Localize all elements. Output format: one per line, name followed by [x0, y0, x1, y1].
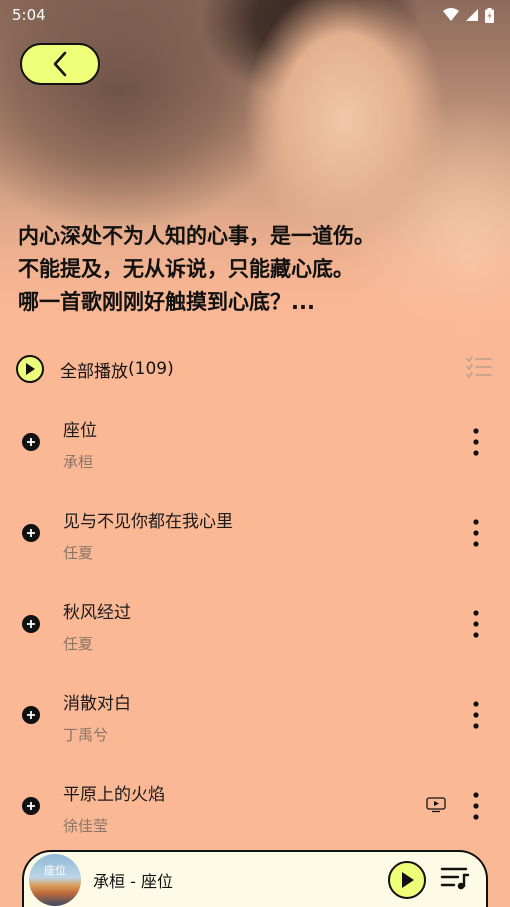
song-row[interactable]: 秋风经过 任夏 — [0, 578, 510, 669]
chevron-left-icon — [53, 51, 67, 77]
album-art[interactable]: 座位 — [29, 853, 81, 906]
description-line: 不能提及，无从诉说，只能藏心底。 — [18, 257, 354, 281]
more-options-icon[interactable] — [470, 517, 482, 549]
song-artist: 承桓 — [63, 453, 94, 471]
plus-icon — [27, 438, 35, 446]
playlist-queue-button[interactable] — [440, 865, 470, 895]
song-list: 座位 承桓 见与不见你都在我心里 任夏 秋风经过 任夏 消散对白 丁禹兮 平原上… — [0, 396, 510, 851]
play-all-row[interactable]: 全部播放 (109) — [0, 348, 510, 390]
signal-icon — [466, 9, 478, 21]
add-to-playlist-button[interactable] — [22, 433, 40, 451]
play-all-button[interactable] — [16, 355, 44, 383]
song-title: 平原上的火焰 — [63, 785, 165, 805]
checklist-icon — [466, 356, 492, 378]
more-options-icon[interactable] — [470, 426, 482, 458]
plus-icon — [27, 529, 35, 537]
add-to-playlist-button[interactable] — [22, 615, 40, 633]
mini-play-button[interactable] — [388, 860, 426, 899]
multi-select-button[interactable] — [466, 356, 492, 382]
song-row[interactable]: 平原上的火焰 徐佳莹 — [0, 760, 510, 851]
song-row[interactable]: 见与不见你都在我心里 任夏 — [0, 487, 510, 578]
play-all-label: 全部播放 — [60, 361, 128, 382]
song-artist: 丁禹兮 — [63, 726, 109, 744]
play-all-count: (109) — [128, 359, 174, 379]
plus-icon — [27, 802, 35, 810]
battery-icon — [485, 7, 494, 23]
song-title: 秋风经过 — [63, 603, 131, 623]
play-icon — [26, 363, 35, 375]
add-to-playlist-button[interactable] — [22, 797, 40, 815]
queue-music-icon — [440, 867, 470, 889]
song-artist: 任夏 — [63, 544, 94, 562]
mini-player[interactable]: 座位 承桓 - 座位 — [22, 850, 488, 907]
add-to-playlist-button[interactable] — [22, 706, 40, 724]
description-line: 内心深处不为人知的心事，是一道伤。 — [18, 224, 375, 248]
add-to-playlist-button[interactable] — [22, 524, 40, 542]
wifi-icon — [443, 8, 459, 21]
back-button[interactable] — [20, 43, 100, 85]
song-row[interactable]: 消散对白 丁禹兮 — [0, 669, 510, 760]
album-art-title: 座位 — [44, 863, 66, 877]
more-options-icon[interactable] — [470, 790, 482, 822]
plus-icon — [27, 711, 35, 719]
more-options-icon[interactable] — [470, 699, 482, 731]
song-row[interactable]: 座位 承桓 — [0, 396, 510, 487]
status-time: 5:04 — [12, 6, 46, 24]
plus-icon — [27, 620, 35, 628]
song-artist: 徐佳莹 — [63, 817, 109, 835]
song-artist: 任夏 — [63, 635, 94, 653]
play-icon — [402, 871, 414, 888]
playlist-description: 内心深处不为人知的心事，是一道伤。 不能提及，无从诉说，只能藏心底。 哪一首歌刚… — [18, 220, 488, 319]
status-bar: 5:04 — [0, 0, 510, 30]
song-title: 消散对白 — [63, 694, 131, 714]
song-title: 座位 — [63, 421, 97, 441]
description-line: 哪一首歌刚刚好触摸到心底？... — [18, 290, 315, 314]
now-playing-title: 承桓 - 座位 — [93, 871, 173, 891]
song-title: 见与不见你都在我心里 — [63, 512, 233, 532]
mv-video-icon[interactable] — [426, 797, 446, 813]
more-options-icon[interactable] — [470, 608, 482, 640]
status-icons — [443, 7, 494, 23]
